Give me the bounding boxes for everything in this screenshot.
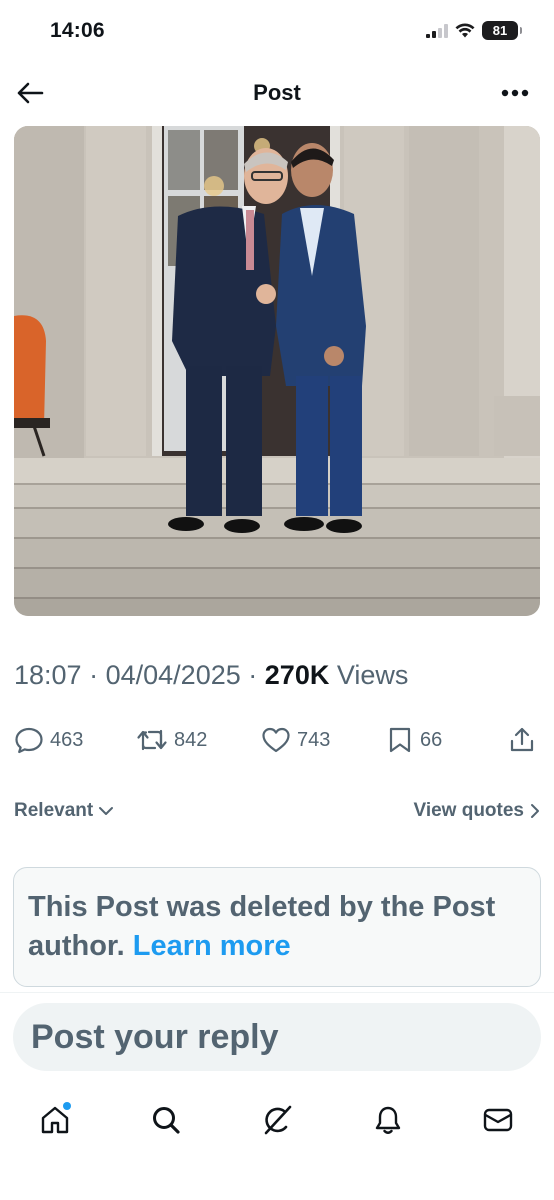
search-icon <box>153 1107 180 1134</box>
bottom-navigation <box>0 1092 554 1146</box>
action-bar: 463 842 743 66 <box>14 722 540 758</box>
bookmark-count: 66 <box>420 728 443 751</box>
nav-grok[interactable] <box>257 1100 297 1140</box>
nav-search[interactable] <box>146 1100 186 1140</box>
share-button[interactable] <box>508 722 536 758</box>
home-badge <box>63 1102 71 1110</box>
more-horizontal-icon <box>501 89 529 97</box>
battery-icon: 81 <box>482 21 522 40</box>
repost-icon <box>137 729 167 751</box>
post-time: 18:07 <box>14 660 82 690</box>
nav-notifications[interactable] <box>368 1100 408 1140</box>
photo-illustration <box>14 126 540 616</box>
nav-home[interactable] <box>35 1100 75 1140</box>
meta-separator: · <box>89 660 99 690</box>
more-options-button[interactable] <box>498 79 532 107</box>
messages-icon <box>483 1108 513 1132</box>
bookmark-icon <box>389 727 411 753</box>
deleted-post-notice: This Post was deleted by the Post author… <box>13 867 541 987</box>
like-count: 743 <box>297 728 331 751</box>
reply-button[interactable]: 463 <box>14 722 83 758</box>
learn-more-link[interactable]: Learn more <box>133 930 291 962</box>
relevant-label: Relevant <box>14 800 94 821</box>
nav-messages[interactable] <box>478 1100 518 1140</box>
status-bar: 14:06 81 <box>0 0 554 62</box>
battery-level: 81 <box>492 23 508 38</box>
view-quotes-link[interactable]: View quotes <box>413 800 540 822</box>
post-photo[interactable] <box>14 126 540 616</box>
reply-count: 463 <box>50 728 84 751</box>
like-icon <box>262 727 290 753</box>
chevron-down-icon <box>99 807 114 815</box>
post-date: 04/04/2025 <box>105 660 241 690</box>
page-title: Post <box>253 80 301 105</box>
views-count: 270K <box>264 660 330 690</box>
repost-button[interactable]: 842 <box>136 722 207 758</box>
cellular-signal-icon <box>426 23 448 38</box>
post-meta: 18:07 · 04/04/2025 · 270K Views <box>14 660 408 691</box>
reply-placeholder: Post your reply <box>31 1017 279 1056</box>
divider <box>0 992 554 993</box>
meta-separator: · <box>248 660 258 690</box>
repost-count: 842 <box>174 728 208 751</box>
share-icon <box>510 727 534 752</box>
home-indicator <box>0 1160 554 1200</box>
notifications-icon <box>375 1106 401 1134</box>
views-label: Views <box>336 660 409 690</box>
deleted-notice-text: This Post was deleted by the Post author… <box>28 888 526 966</box>
bookmark-button[interactable]: 66 <box>386 722 442 758</box>
relevant-sort-dropdown[interactable]: Relevant <box>14 800 115 822</box>
wifi-icon <box>455 23 475 38</box>
post-header: Post <box>0 62 554 124</box>
chevron-right-icon <box>531 804 539 818</box>
view-quotes-label: View quotes <box>413 800 524 821</box>
reply-icon <box>15 727 43 754</box>
status-time: 14:06 <box>50 19 105 42</box>
reply-input[interactable]: Post your reply <box>13 1003 541 1071</box>
grok-icon <box>264 1105 292 1135</box>
status-icons: 81 <box>426 21 522 40</box>
like-button[interactable]: 743 <box>261 722 330 758</box>
reply-sort-row: Relevant View quotes <box>14 800 540 828</box>
